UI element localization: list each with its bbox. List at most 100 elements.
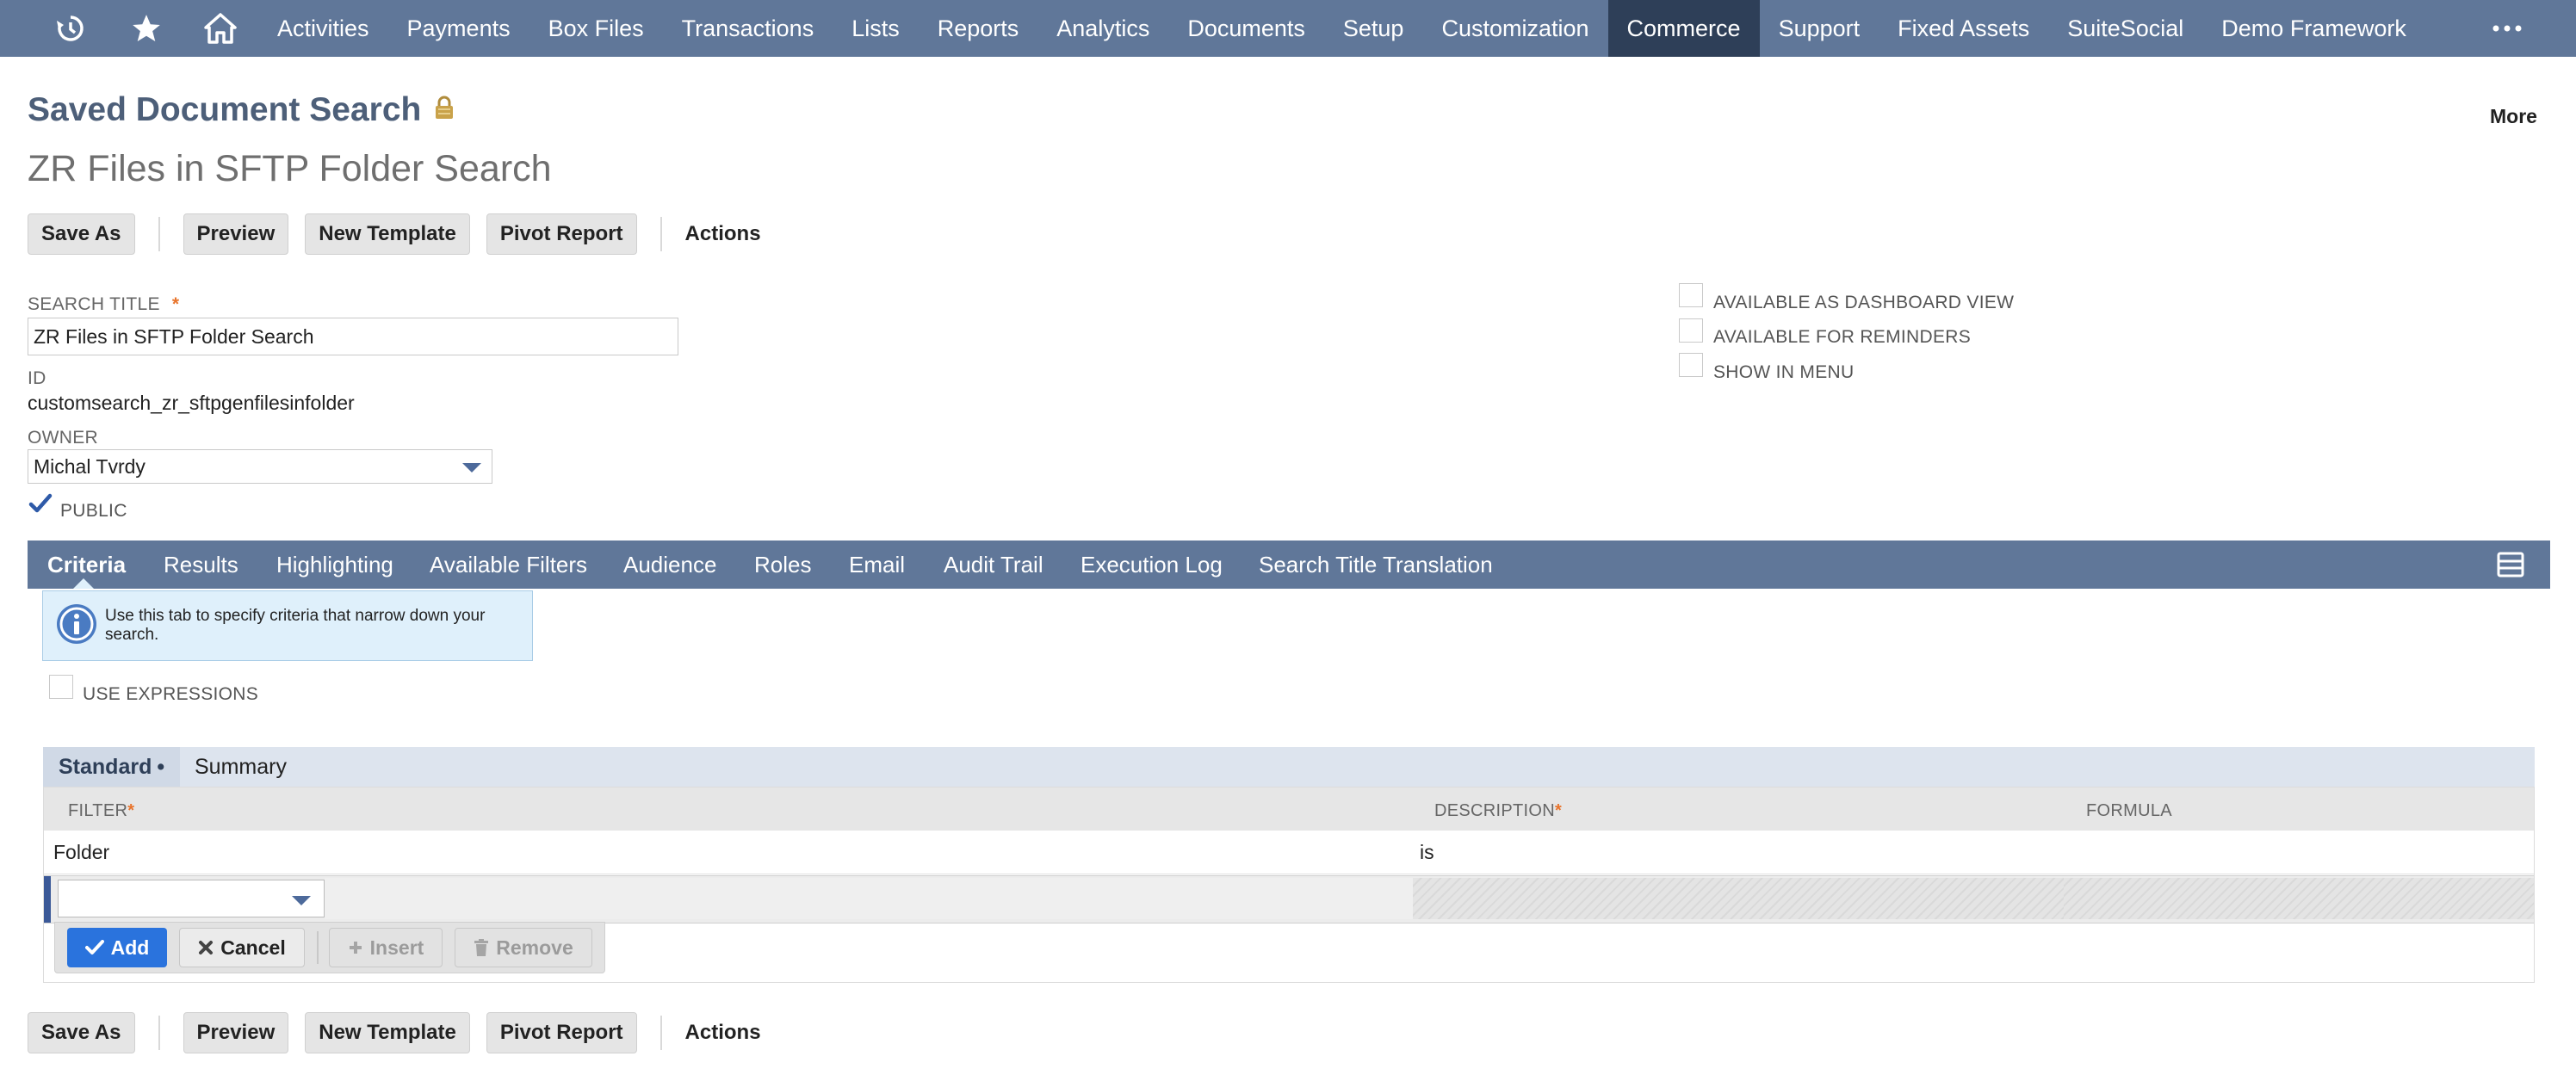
button-divider <box>158 1016 160 1050</box>
recent-records-icon[interactable] <box>45 0 96 57</box>
nav-suitesocial[interactable]: SuiteSocial <box>2048 0 2202 57</box>
close-icon <box>199 941 214 954</box>
nav-analytics[interactable]: Analytics <box>1037 0 1168 57</box>
cell-filter: Folder <box>53 841 110 863</box>
nav-transactions[interactable]: Transactions <box>663 0 833 57</box>
id-label: ID <box>28 368 46 388</box>
owner-value: Michal Tvrdy <box>34 455 146 478</box>
nav-lists[interactable]: Lists <box>833 0 919 57</box>
tab-highlighting[interactable]: Highlighting <box>276 540 393 589</box>
tab-audience[interactable]: Audience <box>623 540 716 589</box>
chevron-down-icon <box>462 463 481 473</box>
tab-audit-trail[interactable]: Audit Trail <box>944 540 1043 589</box>
table-row[interactable]: Folder is <box>44 831 2534 874</box>
edit-row-indicator <box>44 876 51 923</box>
insert-button[interactable]: Insert <box>329 928 443 967</box>
use-expressions-label: USE EXPRESSIONS <box>83 684 259 704</box>
home-icon[interactable] <box>195 0 246 57</box>
nav-setup[interactable]: Setup <box>1324 0 1423 57</box>
nav-demo-framework[interactable]: Demo Framework <box>2202 0 2425 57</box>
criteria-grid: FILTER* DESCRIPTION* FORMULA Folder is A… <box>43 787 2535 983</box>
required-marker: * <box>171 294 180 314</box>
star-icon[interactable] <box>121 0 172 57</box>
owner-select[interactable]: Michal Tvrdy <box>28 449 492 484</box>
edit-row-actions: Add Cancel Insert Remove <box>54 922 605 973</box>
button-divider <box>659 217 662 251</box>
nav-fixed-assets[interactable]: Fixed Assets <box>1879 0 2048 57</box>
cancel-button[interactable]: Cancel <box>179 928 305 967</box>
search-title-label: SEARCH TITLE * <box>28 294 180 314</box>
available-reminders-checkbox[interactable] <box>1679 318 1703 343</box>
tab-execution-log[interactable]: Execution Log <box>1081 540 1223 589</box>
button-divider <box>659 1016 662 1050</box>
info-box: Use this tab to specify criteria that na… <box>42 590 533 661</box>
owner-label: OWNER <box>28 428 98 448</box>
preview-button[interactable]: Preview <box>183 213 289 255</box>
add-button[interactable]: Add <box>67 928 167 967</box>
save-as-button[interactable]: Save As <box>28 1012 135 1053</box>
column-header-filter: FILTER* <box>68 801 135 820</box>
subtab-marker: • <box>157 754 165 779</box>
column-header-description: DESCRIPTION* <box>1434 801 1563 820</box>
button-divider <box>158 217 160 251</box>
nav-box-files[interactable]: Box Files <box>529 0 663 57</box>
available-reminders-label: AVAILABLE FOR REMINDERS <box>1713 327 1972 347</box>
new-template-button[interactable]: New Template <box>305 213 470 255</box>
record-type-label: Saved Document Search <box>28 91 422 128</box>
show-in-menu-label: SHOW IN MENU <box>1713 362 1855 382</box>
show-in-menu-checkbox[interactable] <box>1679 353 1703 377</box>
formula-cell-disabled <box>2064 878 2534 919</box>
subtab-standard[interactable]: Standard • <box>43 747 181 787</box>
pivot-report-button[interactable]: Pivot Report <box>486 213 637 255</box>
plus-icon <box>349 942 362 954</box>
lock-icon <box>433 91 455 129</box>
active-tab-pointer <box>73 578 94 589</box>
actions-menu[interactable]: Actions <box>685 222 761 246</box>
actions-menu[interactable]: Actions <box>685 1021 761 1045</box>
save-as-button[interactable]: Save As <box>28 213 135 255</box>
tab-email[interactable]: Email <box>849 540 905 589</box>
preview-button[interactable]: Preview <box>183 1012 289 1053</box>
search-title-input[interactable]: ZR Files in SFTP Folder Search <box>28 318 678 355</box>
checkmark-icon <box>84 940 104 954</box>
more-button[interactable]: More <box>2490 105 2537 128</box>
layout-menu-icon[interactable] <box>2497 551 2524 583</box>
pivot-report-button[interactable]: Pivot Report <box>486 1012 637 1053</box>
description-cell-disabled <box>1413 878 2064 919</box>
available-dashboard-checkbox[interactable] <box>1679 283 1703 307</box>
filter-select[interactable] <box>58 880 325 917</box>
nav-links: Activities Payments Box Files Transactio… <box>258 0 2425 57</box>
button-divider <box>317 931 319 964</box>
trash-icon <box>474 939 489 956</box>
public-label: PUBLIC <box>60 501 127 521</box>
column-header-formula: FORMULA <box>2086 801 2172 820</box>
filter-field-area <box>325 878 1454 919</box>
info-text: Use this tab to specify criteria that na… <box>105 607 486 644</box>
id-value: customsearch_zr_sftpgenfilesinfolder <box>28 392 355 414</box>
page-record-type: Saved Document Search <box>28 91 455 129</box>
nav-support[interactable]: Support <box>1760 0 1879 57</box>
subtab-summary[interactable]: Summary <box>195 747 287 787</box>
use-expressions-checkbox[interactable] <box>49 675 73 699</box>
nav-documents[interactable]: Documents <box>1168 0 1324 57</box>
nav-customization[interactable]: Customization <box>1422 0 1607 57</box>
top-nav: Activities Payments Box Files Transactio… <box>0 0 2576 57</box>
nav-activities[interactable]: Activities <box>258 0 388 57</box>
public-checkbox[interactable] <box>28 492 53 516</box>
nav-commerce[interactable]: Commerce <box>1607 0 1760 57</box>
grid-header: FILTER* DESCRIPTION* FORMULA <box>44 788 2534 831</box>
bottom-button-bar: Save As Preview New Template Pivot Repor… <box>28 1011 761 1054</box>
tab-search-title-translation[interactable]: Search Title Translation <box>1259 540 1493 589</box>
more-dots-icon[interactable] <box>2483 0 2531 57</box>
tab-available-filters[interactable]: Available Filters <box>430 540 587 589</box>
nav-payments[interactable]: Payments <box>388 0 529 57</box>
criteria-subtabs: Standard • Summary <box>43 747 2535 787</box>
page-title: ZR Files in SFTP Folder Search <box>28 148 552 189</box>
new-template-button[interactable]: New Template <box>305 1012 470 1053</box>
nav-reports[interactable]: Reports <box>919 0 1038 57</box>
top-button-bar: Save As Preview New Template Pivot Repor… <box>28 213 761 256</box>
tab-roles[interactable]: Roles <box>754 540 811 589</box>
remove-button[interactable]: Remove <box>455 928 592 967</box>
tab-results[interactable]: Results <box>164 540 238 589</box>
chevron-down-icon <box>292 896 311 905</box>
